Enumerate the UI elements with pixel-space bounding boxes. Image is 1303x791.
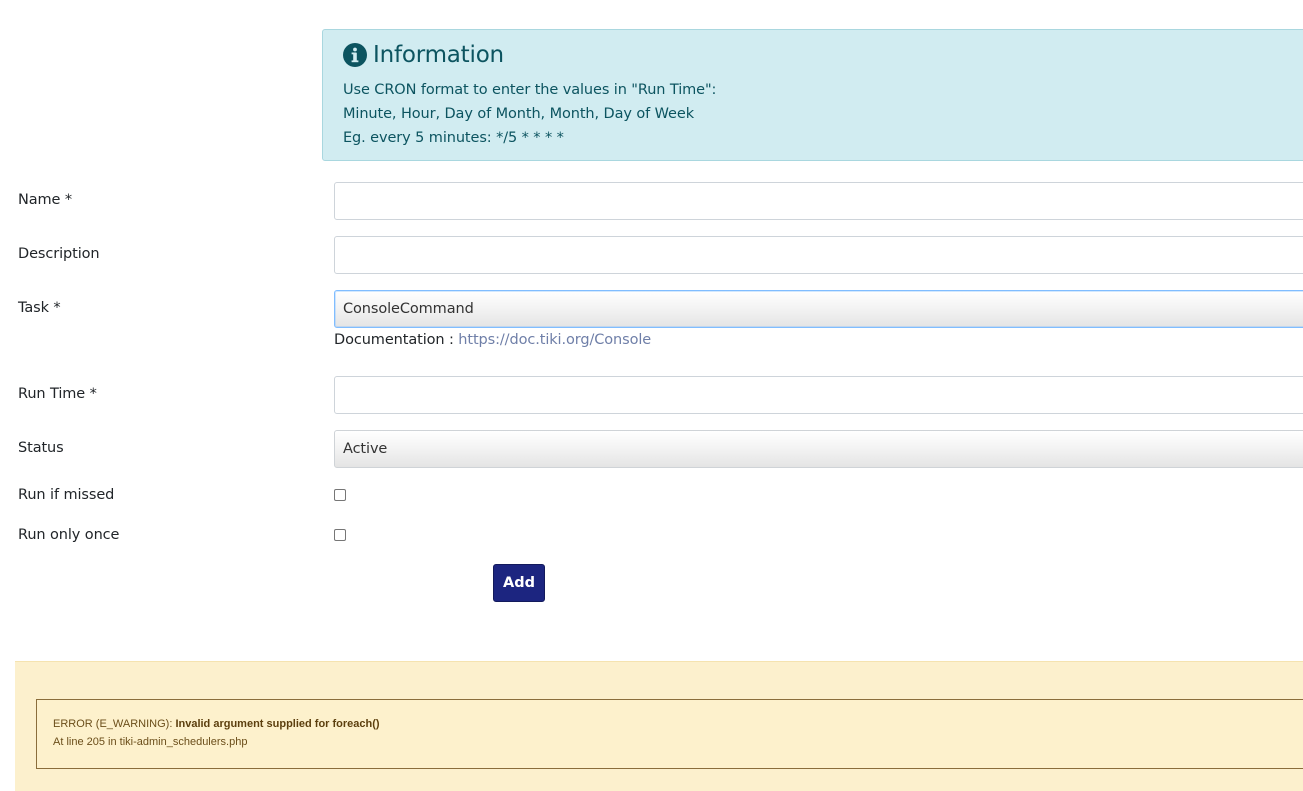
documentation-link[interactable]: https://doc.tiki.org/Console (458, 332, 651, 348)
error-message-line: ERROR (E_WARNING): Invalid argument supp… (53, 718, 380, 730)
run-only-once-label: Run only once (18, 527, 120, 543)
run-time-label: Run Time * (18, 386, 97, 402)
run-only-once-checkbox[interactable] (334, 529, 346, 541)
info-line-2: Minute, Hour, Day of Month, Month, Day o… (343, 106, 694, 122)
add-button[interactable]: Add (493, 564, 545, 602)
error-message: Invalid argument supplied for foreach() (175, 718, 380, 730)
description-input[interactable] (334, 236, 1303, 274)
status-select[interactable]: Active (334, 430, 1303, 468)
info-line-1: Use CRON format to enter the values in "… (343, 82, 717, 98)
documentation-prefix: Documentation : (334, 332, 454, 348)
info-title-text: Information (373, 42, 504, 68)
error-location: At line 205 in tiki-admin_schedulers.php (53, 736, 248, 748)
run-if-missed-checkbox[interactable] (334, 489, 346, 501)
run-if-missed-label: Run if missed (18, 487, 115, 503)
error-box: ERROR (E_WARNING): Invalid argument supp… (36, 699, 1303, 769)
task-label: Task * (18, 300, 61, 316)
description-label: Description (18, 246, 100, 262)
info-circle-icon (343, 43, 367, 67)
info-alert: Information Use CRON format to enter the… (322, 29, 1303, 161)
documentation-line: Documentation : https://doc.tiki.org/Con… (334, 332, 651, 348)
error-prefix: ERROR (E_WARNING): (53, 718, 173, 730)
status-selected-value: Active (343, 441, 388, 457)
name-label: Name * (18, 192, 73, 208)
run-time-input[interactable] (334, 376, 1303, 414)
info-line-3: Eg. every 5 minutes: */5 * * * * (343, 130, 564, 146)
name-input[interactable] (334, 182, 1303, 220)
task-select[interactable]: ConsoleCommand (334, 290, 1303, 328)
error-panel: ERROR (E_WARNING): Invalid argument supp… (15, 661, 1303, 791)
info-title: Information (343, 42, 504, 68)
task-selected-value: ConsoleCommand (343, 301, 474, 317)
status-label: Status (18, 440, 64, 456)
